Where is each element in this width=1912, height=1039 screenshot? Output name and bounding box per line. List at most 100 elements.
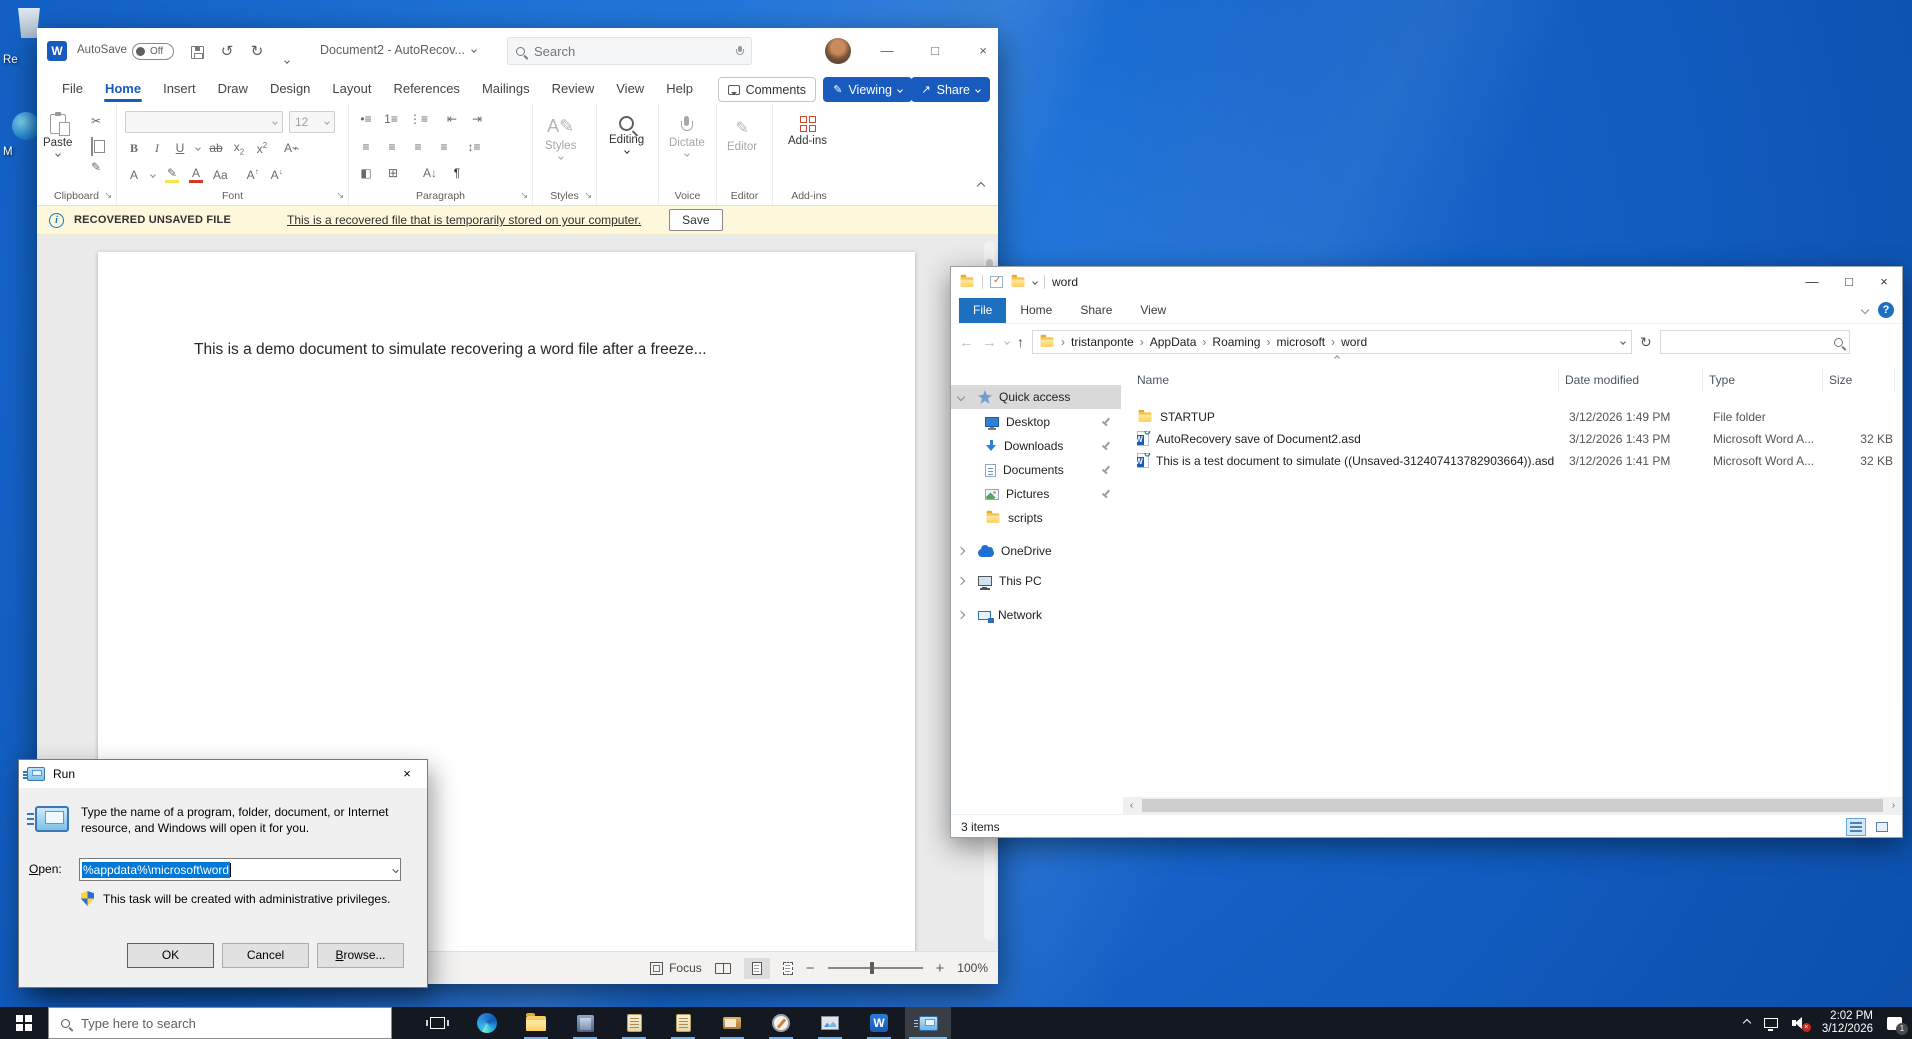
dictate-button[interactable]: Dictate	[669, 116, 705, 157]
tab-help[interactable]: Help	[655, 74, 704, 104]
editor-button[interactable]: ✎ Editor	[727, 118, 757, 153]
text-effects-button[interactable]: A	[127, 168, 141, 182]
quick-access-expand-icon[interactable]	[956, 392, 966, 402]
tab-home[interactable]: Home	[94, 74, 152, 104]
sidebar-item-downloads[interactable]: Downloads	[951, 434, 1121, 458]
print-layout-button[interactable]	[743, 957, 770, 979]
horizontal-scrollbar[interactable]: ‹ ›	[1123, 797, 1902, 814]
open-value[interactable]: %appdata%\microsoft\word	[82, 861, 231, 878]
address-dropdown-icon[interactable]	[1620, 339, 1626, 345]
tab-file[interactable]: File	[51, 74, 94, 104]
zoom-slider-thumb[interactable]	[870, 962, 875, 974]
breadcrumb-user[interactable]: tristanponte	[1071, 335, 1134, 349]
sidebar-item-quick-access[interactable]: Quick access	[951, 385, 1121, 409]
comments-button[interactable]: Comments	[717, 77, 816, 102]
web-layout-button[interactable]	[782, 961, 793, 975]
word-minimize-button[interactable]: —	[877, 41, 897, 61]
italic-button[interactable]: I	[150, 141, 164, 156]
subscript-button[interactable]: x2	[232, 140, 246, 156]
font-size-combo[interactable]: 12	[289, 111, 335, 133]
breadcrumb-appdata[interactable]: AppData	[1150, 335, 1197, 349]
change-case-button[interactable]: Aa	[213, 168, 228, 182]
decrease-indent-button[interactable]: ⇤	[445, 112, 459, 126]
action-center-icon[interactable]: 1	[1887, 1016, 1908, 1035]
run-close-button[interactable]: ×	[387, 760, 427, 788]
align-center-button[interactable]: ≡	[385, 140, 399, 154]
line-spacing-button[interactable]: ↕≡	[467, 140, 481, 154]
cut-button[interactable]: ✂	[89, 114, 103, 128]
refresh-icon[interactable]: ↻	[1640, 334, 1652, 351]
start-button[interactable]	[0, 1007, 48, 1039]
infobar-link[interactable]: This is a recovered file that is tempora…	[287, 213, 641, 227]
mic-icon[interactable]	[736, 46, 744, 56]
breadcrumb-roaming[interactable]: Roaming	[1212, 335, 1260, 349]
tab-design[interactable]: Design	[259, 74, 321, 104]
taskbar-handbook-button[interactable]	[709, 1007, 755, 1039]
sidebar-item-desktop[interactable]: Desktop	[951, 410, 1121, 434]
tab-mailings[interactable]: Mailings	[471, 74, 541, 104]
clipboard-dialog-launcher[interactable]: ↘	[104, 190, 112, 201]
tab-draw[interactable]: Draw	[207, 74, 259, 104]
paragraph-dialog-launcher[interactable]: ↘	[520, 190, 528, 201]
increase-indent-button[interactable]: ⇥	[470, 112, 484, 126]
explorer-tab-file[interactable]: File	[959, 298, 1007, 323]
shading-button[interactable]: ◧	[359, 166, 373, 180]
help-icon[interactable]: ?	[1878, 302, 1894, 318]
editing-button[interactable]: Editing	[609, 116, 644, 154]
word-close-button[interactable]: ×	[973, 41, 993, 61]
hscroll-thumb[interactable]	[1142, 799, 1883, 812]
copy-button[interactable]	[91, 137, 93, 156]
file-row-startup[interactable]: STARTUP 3/12/2026 1:49 PM File folder	[1127, 406, 1893, 427]
word-maximize-button[interactable]: □	[925, 41, 945, 61]
file-row-test-document[interactable]: This is a test document to simulate ((Un…	[1127, 450, 1893, 471]
qat-customize-button[interactable]	[277, 42, 297, 64]
taskbar-clock[interactable]: 2:02 PM 3/12/2026	[1822, 1010, 1873, 1036]
onedrive-expand-icon[interactable]	[956, 546, 966, 556]
viewing-button[interactable]: ✎ Viewing	[823, 77, 912, 102]
document-title[interactable]: Document2 - AutoRecov...	[320, 43, 477, 57]
redo-button[interactable]: ↻	[247, 42, 267, 62]
autosave-toggle[interactable]: Off	[132, 43, 174, 60]
recent-locations-icon[interactable]	[1004, 339, 1010, 345]
font-name-combo[interactable]	[125, 111, 283, 133]
tab-references[interactable]: References	[382, 74, 470, 104]
sort-button[interactable]: A↓	[423, 166, 437, 180]
numbering-button[interactable]: 1≡	[384, 112, 398, 126]
strikethrough-button[interactable]: ab	[209, 141, 223, 155]
focus-button[interactable]: Focus	[650, 961, 702, 975]
paste-button[interactable]: Paste	[43, 112, 72, 157]
share-button[interactable]: ↗ Share	[911, 77, 990, 102]
superscript-button[interactable]: x2	[255, 141, 269, 156]
ok-button[interactable]: OK	[127, 943, 214, 968]
taskbar-tools-button[interactable]	[562, 1007, 608, 1039]
grow-font-button[interactable]: A↑	[246, 167, 260, 182]
back-button[interactable]: ←	[959, 334, 974, 351]
read-mode-button[interactable]	[714, 962, 731, 974]
file-row-autorecovery[interactable]: AutoRecovery save of Document2.asd 3/12/…	[1127, 428, 1893, 449]
tray-overflow-icon[interactable]	[1742, 1018, 1752, 1028]
breadcrumb-word[interactable]: word	[1341, 335, 1367, 349]
breadcrumb-microsoft[interactable]: microsoft	[1276, 335, 1325, 349]
task-view-button[interactable]	[414, 1007, 460, 1039]
tab-insert[interactable]: Insert	[152, 74, 207, 104]
this-pc-expand-icon[interactable]	[956, 576, 966, 586]
explorer-maximize-button[interactable]: □	[1833, 267, 1865, 296]
taskbar-word-button[interactable]: W	[856, 1007, 902, 1039]
taskbar-run-button[interactable]	[905, 1007, 951, 1039]
align-left-button[interactable]: ≡	[359, 140, 373, 154]
multilevel-list-button[interactable]: ⋮≡	[409, 112, 428, 126]
explorer-close-button[interactable]: ×	[1868, 267, 1900, 296]
taskbar-edge-button[interactable]	[464, 1007, 510, 1039]
explorer-minimize-button[interactable]: —	[1796, 267, 1828, 296]
align-right-button[interactable]: ≡	[411, 140, 425, 154]
bullets-button[interactable]: •≡	[359, 112, 373, 126]
taskbar-search-input[interactable]	[79, 1014, 379, 1032]
zoom-in-button[interactable]: +	[936, 960, 945, 977]
underline-button[interactable]: U	[173, 141, 187, 155]
underline-chevron-icon[interactable]	[195, 145, 201, 152]
highlight-button[interactable]: ✎	[165, 166, 179, 183]
sidebar-item-this-pc[interactable]: This PC	[951, 569, 1121, 593]
column-size[interactable]: Size	[1823, 368, 1895, 392]
word-search-box[interactable]	[507, 37, 752, 65]
network-tray-icon[interactable]	[1763, 1018, 1778, 1031]
